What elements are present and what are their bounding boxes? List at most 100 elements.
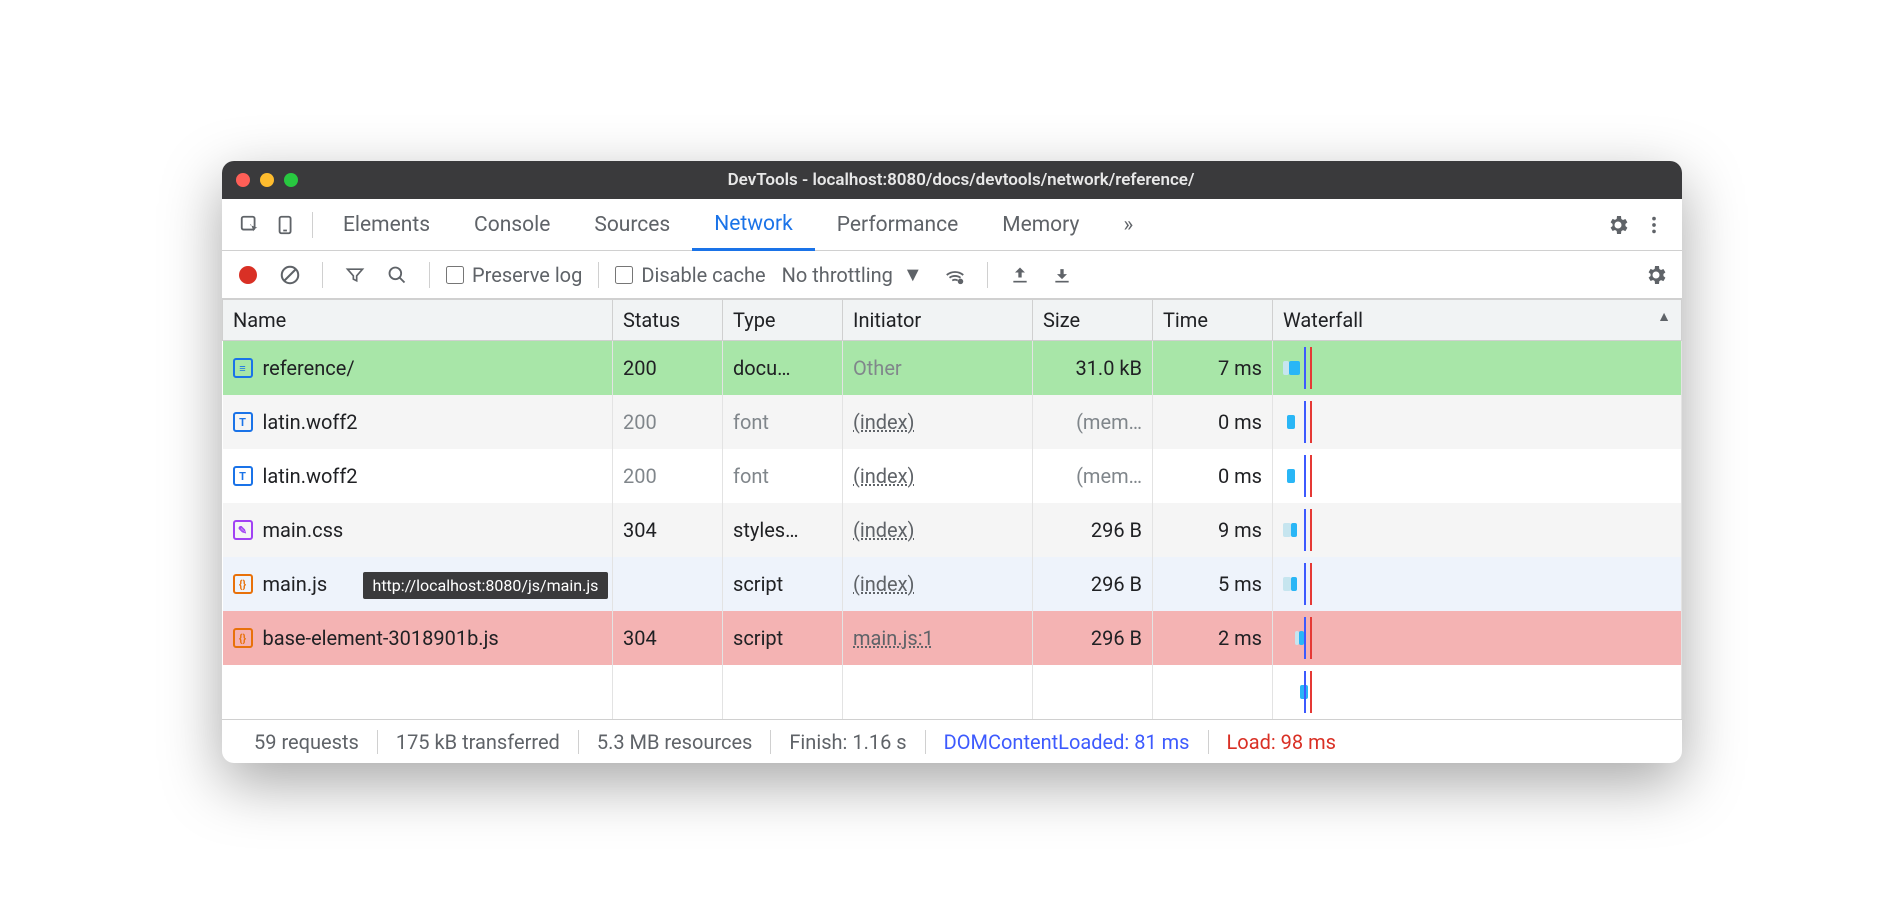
url-tooltip: http://localhost:8080/js/main.js [363,572,609,599]
cell-time: 5 ms [1153,557,1273,611]
inspect-icon[interactable] [232,214,268,236]
disable-cache-checkbox[interactable]: Disable cache [615,263,765,287]
tab-label: Sources [594,213,670,237]
table-row[interactable]: ≡ reference/200docu…Other31.0 kB7 ms [223,341,1682,396]
col-header-time[interactable]: Time [1153,300,1273,341]
cell-waterfall [1273,449,1682,503]
tab-memory[interactable]: Memory [980,199,1101,250]
table-row-empty [223,665,1682,719]
request-name: base-element-3018901b.js [263,626,499,650]
window-controls [236,173,298,187]
cell-status: 200 [613,449,723,503]
cell-type: font [723,395,843,449]
initiator-link[interactable]: (index) [853,518,915,542]
preserve-log-checkbox[interactable]: Preserve log [446,263,582,287]
disable-cache-input[interactable] [615,266,633,284]
minimize-icon[interactable] [260,173,274,187]
request-name: main.js [263,572,328,596]
overflow-label: » [1123,213,1133,237]
close-icon[interactable] [236,173,250,187]
search-icon[interactable] [381,265,413,285]
cell-size: 31.0 kB [1033,341,1153,396]
cell-type: docu… [723,341,843,396]
col-header-size[interactable]: Size [1033,300,1153,341]
titlebar: DevTools - localhost:8080/docs/devtools/… [222,161,1682,199]
more-icon[interactable] [1636,214,1672,236]
window-title: DevTools - localhost:8080/docs/devtools/… [314,170,1668,190]
cell-size: 296 B [1033,557,1153,611]
font-file-icon: T [233,412,253,432]
initiator-link[interactable]: (index) [853,572,915,596]
status-finish: Finish: 1.16 s [771,730,925,754]
clear-icon[interactable] [274,264,306,286]
cell-type: styles… [723,503,843,557]
col-header-waterfall[interactable]: Waterfall▲ [1273,300,1682,341]
table-row[interactable]: {}base-element-3018901b.js304scriptmain.… [223,611,1682,665]
cell-status: 304 [613,611,723,665]
cell-waterfall [1273,503,1682,557]
table-row[interactable]: {} main.js http://localhost:8080/js/main.j… [223,557,1682,611]
table-row[interactable]: ✎main.css304styles…(index)296 B9 ms [223,503,1682,557]
cell-status: 200 [613,341,723,396]
request-name: latin.woff2 [263,464,358,488]
css-file-icon: ✎ [233,520,253,540]
cell-size: (mem… [1033,395,1153,449]
divider [322,262,323,288]
col-header-status[interactable]: Status [613,300,723,341]
cell-initiator: (index) [843,557,1033,611]
cell-type: font [723,449,843,503]
divider [987,262,988,288]
filter-icon[interactable] [339,265,371,285]
font-file-icon: T [233,466,253,486]
tab-sources[interactable]: Sources [572,199,692,250]
throttling-select[interactable]: No throttling ▼ [776,262,929,287]
tab-console[interactable]: Console [452,199,572,250]
tab-elements[interactable]: Elements [321,199,452,250]
tab-overflow[interactable]: » [1101,199,1155,250]
table-row[interactable]: Tlatin.woff2200font(index)(mem…0 ms [223,395,1682,449]
tab-network[interactable]: Network [692,200,815,251]
table-row[interactable]: Tlatin.woff2200font(index)(mem…0 ms [223,449,1682,503]
col-header-type[interactable]: Type [723,300,843,341]
cell-time: 0 ms [1153,449,1273,503]
panel-settings-icon[interactable] [1640,263,1672,287]
js-file-icon: {} [233,574,253,594]
cell-initiator: (index) [843,449,1033,503]
status-load: Load: 98 ms [1209,730,1354,754]
col-header-name[interactable]: Name [223,300,613,341]
col-header-initiator[interactable]: Initiator [843,300,1033,341]
cell-time: 7 ms [1153,341,1273,396]
chevron-down-icon: ▼ [903,262,923,287]
tab-label: Console [474,213,550,237]
initiator-link[interactable]: (index) [853,464,915,488]
divider [312,212,313,238]
download-har-icon[interactable] [1046,265,1078,285]
status-domcontentloaded: DOMContentLoaded: 81 ms [926,730,1209,754]
devtools-window: DevTools - localhost:8080/docs/devtools/… [222,161,1682,763]
throttling-label: No throttling [782,263,893,287]
initiator-link[interactable]: (index) [853,410,915,434]
statusbar: 59 requests 175 kB transferred 5.3 MB re… [222,719,1682,763]
record-button[interactable] [232,266,264,284]
tab-performance[interactable]: Performance [815,199,980,250]
divider [598,262,599,288]
initiator-link[interactable]: main.js:1 [853,626,934,650]
doc-file-icon: ≡ [233,358,253,378]
status-requests: 59 requests [236,730,378,754]
upload-har-icon[interactable] [1004,265,1036,285]
status-transferred: 175 kB transferred [378,730,579,754]
cell-waterfall [1273,611,1682,665]
cell-waterfall [1273,341,1682,396]
cell-waterfall [1273,395,1682,449]
device-toggle-icon[interactable] [268,214,304,236]
network-conditions-icon[interactable] [939,264,971,286]
request-name: reference/ [263,356,355,380]
table-header-row: Name Status Type Initiator Size Time Wat… [223,300,1682,341]
preserve-log-input[interactable] [446,266,464,284]
tab-label: Elements [343,213,430,237]
cell-size: 296 B [1033,503,1153,557]
settings-icon[interactable] [1600,213,1636,237]
panel-tabbar: Elements Console Sources Network Perform… [222,199,1682,251]
cell-initiator: Other [843,341,1033,396]
fullscreen-icon[interactable] [284,173,298,187]
